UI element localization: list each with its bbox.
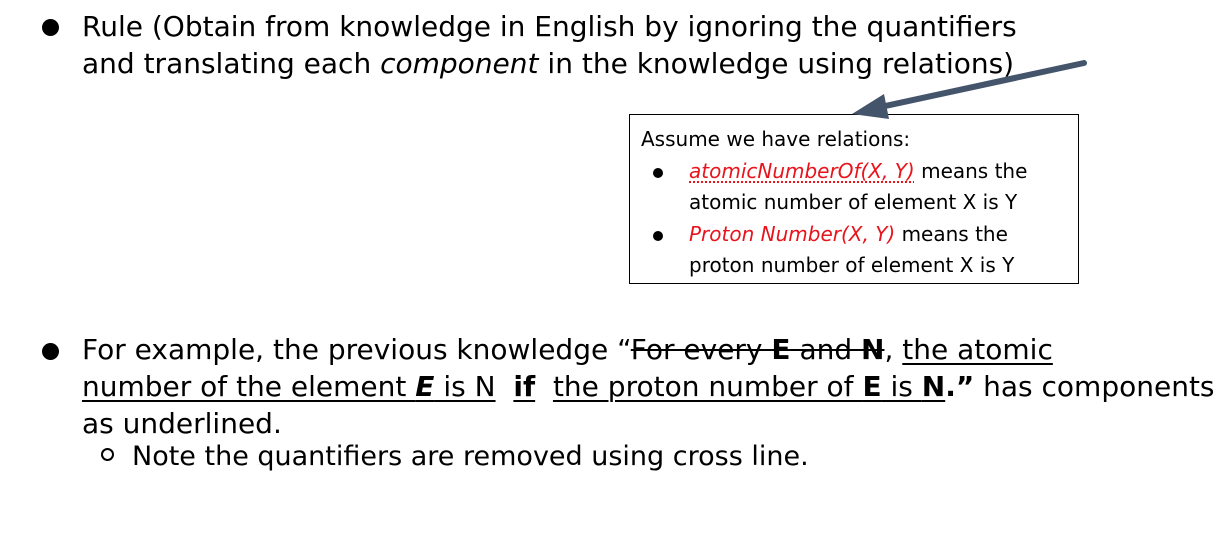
rule-text: in the knowledge using relations) (538, 47, 1015, 80)
component-word: component (380, 47, 539, 80)
rule-line-1: Rule (Obtain from knowledge in English b… (82, 8, 1017, 45)
rule-text: Rule (Obtain from knowledge in English b… (82, 10, 1017, 43)
relations-callout: Assume we have relations: atomicNumberOf… (629, 114, 1079, 284)
callout-item-1-line-2: atomic number of element X is Y (689, 190, 1018, 214)
example-line-1: For example, the previous knowledge “For… (82, 333, 1053, 366)
slide: Rule (Obtain from knowledge in English b… (0, 0, 1216, 548)
callout-bullet-dot (653, 168, 663, 178)
component-underlined: the proton number of E is N (552, 370, 946, 403)
callout-heading: Assume we have relations: (641, 127, 911, 151)
connective-if: if (513, 370, 536, 403)
component-underlined: number of the element E is N (82, 370, 496, 403)
quantifier-strikethrough: For every E and N (630, 333, 885, 366)
callout-bullet-dot (653, 231, 663, 241)
component-underlined: the atomic (902, 333, 1053, 366)
relation-atomic-number-of: atomicNumberOf(X, Y) (689, 159, 915, 183)
rule-text: and translating each (82, 47, 381, 80)
callout-item-2-line-1: Proton Number(X, Y) means the (689, 222, 1008, 246)
example-line-3: as underlined. (82, 407, 282, 440)
hollow-bullet-dot (101, 448, 114, 461)
relation-proton-number: Proton Number(X, Y) (689, 222, 896, 246)
rule-line-2: and translating each component in the kn… (82, 45, 1014, 82)
callout-item-2-line-2: proton number of element X is Y (689, 253, 1015, 277)
bullet-dot (42, 343, 59, 360)
note-line: Note the quantifiers are removed using c… (132, 441, 809, 472)
bullet-dot (42, 19, 59, 36)
callout-item-1-line-1: atomicNumberOf(X, Y) means the (689, 159, 1028, 183)
example-line-2: number of the element E is N if the prot… (82, 370, 1215, 403)
